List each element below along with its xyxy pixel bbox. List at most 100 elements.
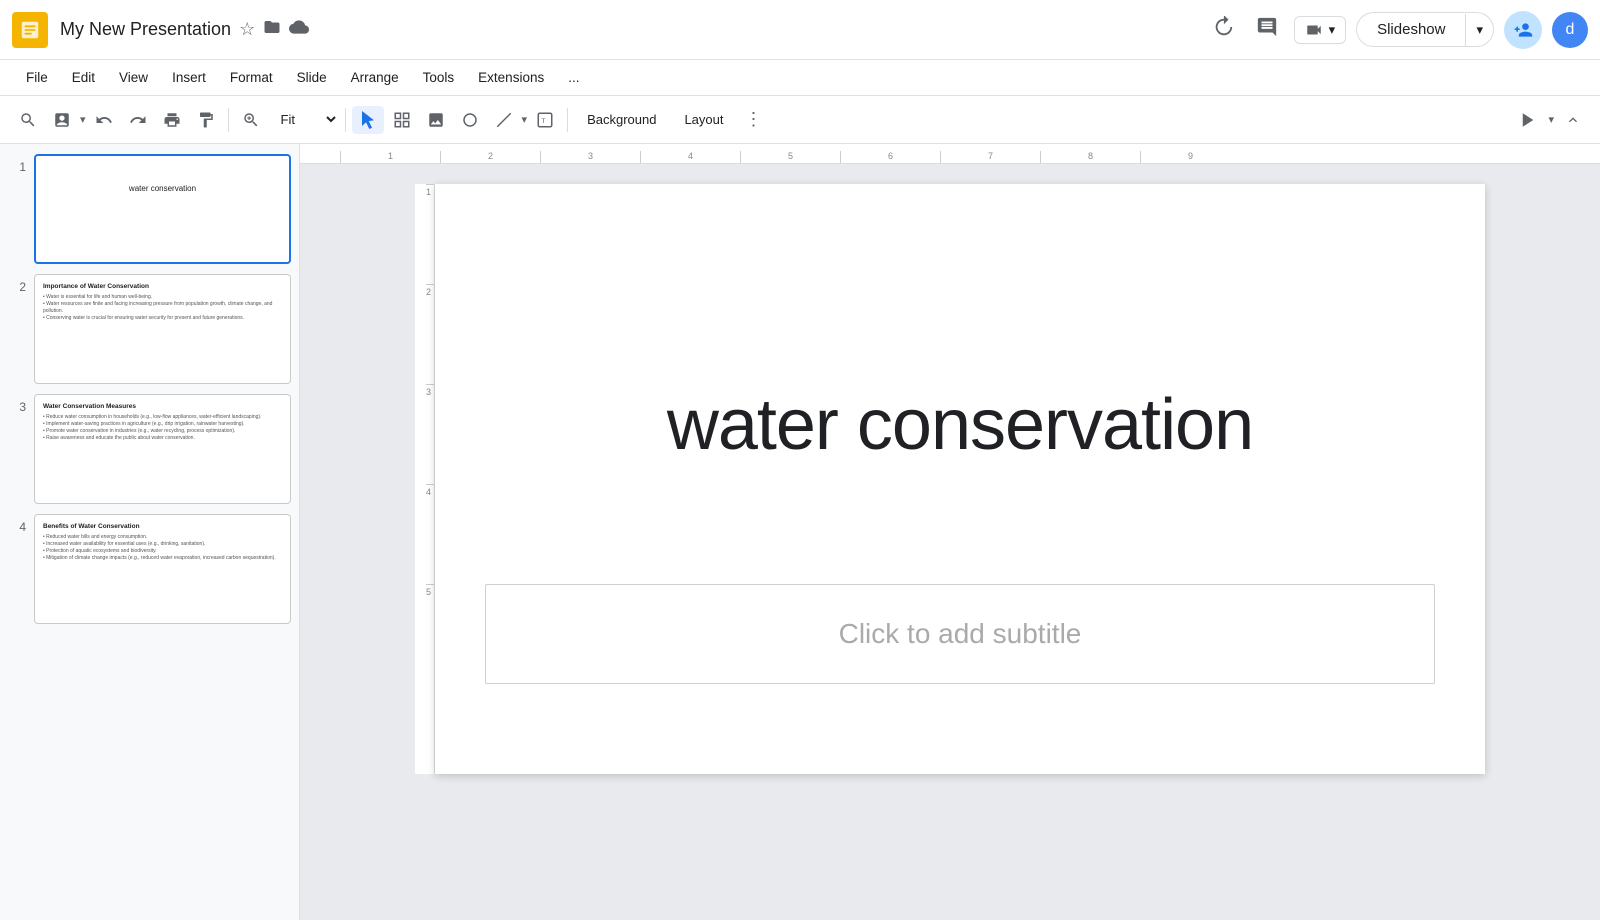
canvas-area: 1 2 3 4 5 6 7 8 9 1 2 3 4 5 water [300,144,1600,920]
more-toolbar-button[interactable]: ⋮ [739,105,769,134]
main-area: 1 water conservation 2 Importance of Wat… [0,144,1600,920]
slide-item-1: 1 water conservation [8,154,291,264]
select-region-button[interactable] [386,106,418,134]
toolbar-sep-2 [345,108,346,132]
redo-button[interactable] [122,106,154,134]
slide-subtitle-placeholder[interactable]: Click to add subtitle [839,618,1082,650]
folder-icon[interactable] [263,18,281,41]
slide-canvas[interactable]: water conservation Click to add subtitle [435,184,1485,774]
slide-item-2: 2 Importance of Water Conservation • Wat… [8,274,291,384]
slide-thumbnail-3[interactable]: Water Conservation Measures • Reduce wat… [34,394,291,504]
meet-button-group[interactable]: ▾ [1294,16,1347,44]
ruler-mark-9: 9 [1140,151,1240,163]
line-dropdown-arrow[interactable]: ▾ [522,113,528,126]
ruler-mark-v-2: 2 [426,284,434,384]
menu-file[interactable]: File [16,66,58,89]
line-dropdown[interactable]: ▾ [488,106,528,134]
slide-item-4: 4 Benefits of Water Conservation • Reduc… [8,514,291,624]
slide-thumb-content-2: • Water is essential for life and human … [43,294,282,322]
slide-thumbnail-2[interactable]: Importance of Water Conservation • Water… [34,274,291,384]
ruler-mark-2: 2 [440,151,540,163]
slide-thumb-heading-4: Benefits of Water Conservation [43,523,282,530]
top-right-controls: ▾ Slideshow ▾ d [1206,10,1588,50]
app-logo[interactable] [12,12,48,48]
user-avatar[interactable]: d [1552,12,1588,48]
insert-dropdown[interactable]: ▾ [46,106,86,134]
menu-format[interactable]: Format [220,66,283,89]
title-section: My New Presentation ☆ [60,17,309,42]
ruler-mark-v-5: 5 [426,584,434,684]
ruler-left: 1 2 3 4 5 [415,184,435,774]
ruler-mark-7: 7 [940,151,1040,163]
cloud-icon[interactable] [289,17,309,42]
slide-thumbnail-4[interactable]: Benefits of Water Conservation • Reduced… [34,514,291,624]
toolbar: ▾ Fit 50% 75% 100% 125% 150% ▾ [0,96,1600,144]
meet-label: ▾ [1329,22,1336,38]
slideshow-button-group[interactable]: Slideshow ▾ [1356,12,1494,47]
menu-more[interactable]: ... [558,66,589,89]
toolbar-sep-3 [567,108,568,132]
slide-thumb-content-4: • Reduced water bills and energy consump… [43,534,282,562]
slide-thumb-heading-3: Water Conservation Measures [43,403,282,410]
comments-button[interactable] [1250,10,1284,50]
svg-text:T: T [541,118,545,125]
top-bar: My New Presentation ☆ ▾ Slideshow ▾ [0,0,1600,60]
slide-thumb-content-3: • Reduce water consumption in households… [43,414,282,442]
background-button[interactable]: Background [574,106,669,133]
line-button[interactable] [488,106,520,134]
menu-slide[interactable]: Slide [287,66,337,89]
ruler-mark-6: 6 [840,151,940,163]
select-tool-button[interactable] [352,106,384,134]
menu-bar: File Edit View Insert Format Slide Arran… [0,60,1600,96]
ruler-mark-4: 4 [640,151,740,163]
ruler-mark-v-3: 3 [426,384,434,484]
slideshow-button[interactable]: Slideshow [1357,13,1465,46]
shapes-button[interactable] [454,106,486,134]
ruler-mark-v-1: 1 [426,184,434,284]
slide-number-3: 3 [8,394,26,414]
menu-edit[interactable]: Edit [62,66,105,89]
slide-item-3: 3 Water Conservation Measures • Reduce w… [8,394,291,504]
insert-dropdown-arrow[interactable]: ▾ [80,113,86,126]
ruler-mark-8: 8 [1040,151,1140,163]
slides-panel: 1 water conservation 2 Importance of Wat… [0,144,300,920]
slide-number-4: 4 [8,514,26,534]
slide-thumb-title-1: water conservation [129,184,196,193]
menu-view[interactable]: View [109,66,158,89]
undo-button[interactable] [88,106,120,134]
ruler-mark-3: 3 [540,151,640,163]
dropdown-arrow-right[interactable]: ▾ [1548,113,1554,126]
menu-insert[interactable]: Insert [162,66,216,89]
zoom-selector[interactable]: Fit 50% 75% 100% 125% 150% [269,107,339,132]
slide-thumbnail-1[interactable]: water conservation [34,154,291,264]
toolbar-right: ▾ [1512,106,1588,134]
menu-tools[interactable]: Tools [413,66,465,89]
layout-button[interactable]: Layout [671,106,736,133]
canvas-wrapper: 1 2 3 4 5 water conservation Click to ad… [415,184,1485,774]
slide-subtitle-box[interactable]: Click to add subtitle [485,584,1435,684]
ruler-mark-v-4: 4 [426,484,434,584]
presentation-title[interactable]: My New Presentation [60,19,231,40]
history-button[interactable] [1206,10,1240,50]
ruler-marks-top: 1 2 3 4 5 6 7 8 9 [340,151,1240,163]
search-button[interactable] [12,106,44,134]
slide-thumb-center-1: water conservation [44,164,281,193]
menu-arrange[interactable]: Arrange [341,66,409,89]
slideshow-dropdown-button[interactable]: ▾ [1465,14,1493,46]
print-button[interactable] [156,106,188,134]
add-person-button[interactable] [1504,11,1542,49]
image-button[interactable] [420,106,452,134]
collapse-button[interactable] [1558,107,1588,133]
slide-number-1: 1 [8,154,26,174]
toolbar-sep-1 [228,108,229,132]
ruler-mark-1: 1 [340,151,440,163]
paint-format-button[interactable] [190,106,222,134]
insert-button[interactable] [46,106,78,134]
menu-extensions[interactable]: Extensions [468,66,554,89]
star-icon[interactable]: ☆ [239,19,255,40]
present-button[interactable] [1512,106,1544,134]
slide-main-title[interactable]: water conservation [485,384,1435,466]
zoom-button[interactable] [235,106,267,134]
textbox-button[interactable]: T [529,106,561,134]
slide-number-2: 2 [8,274,26,294]
